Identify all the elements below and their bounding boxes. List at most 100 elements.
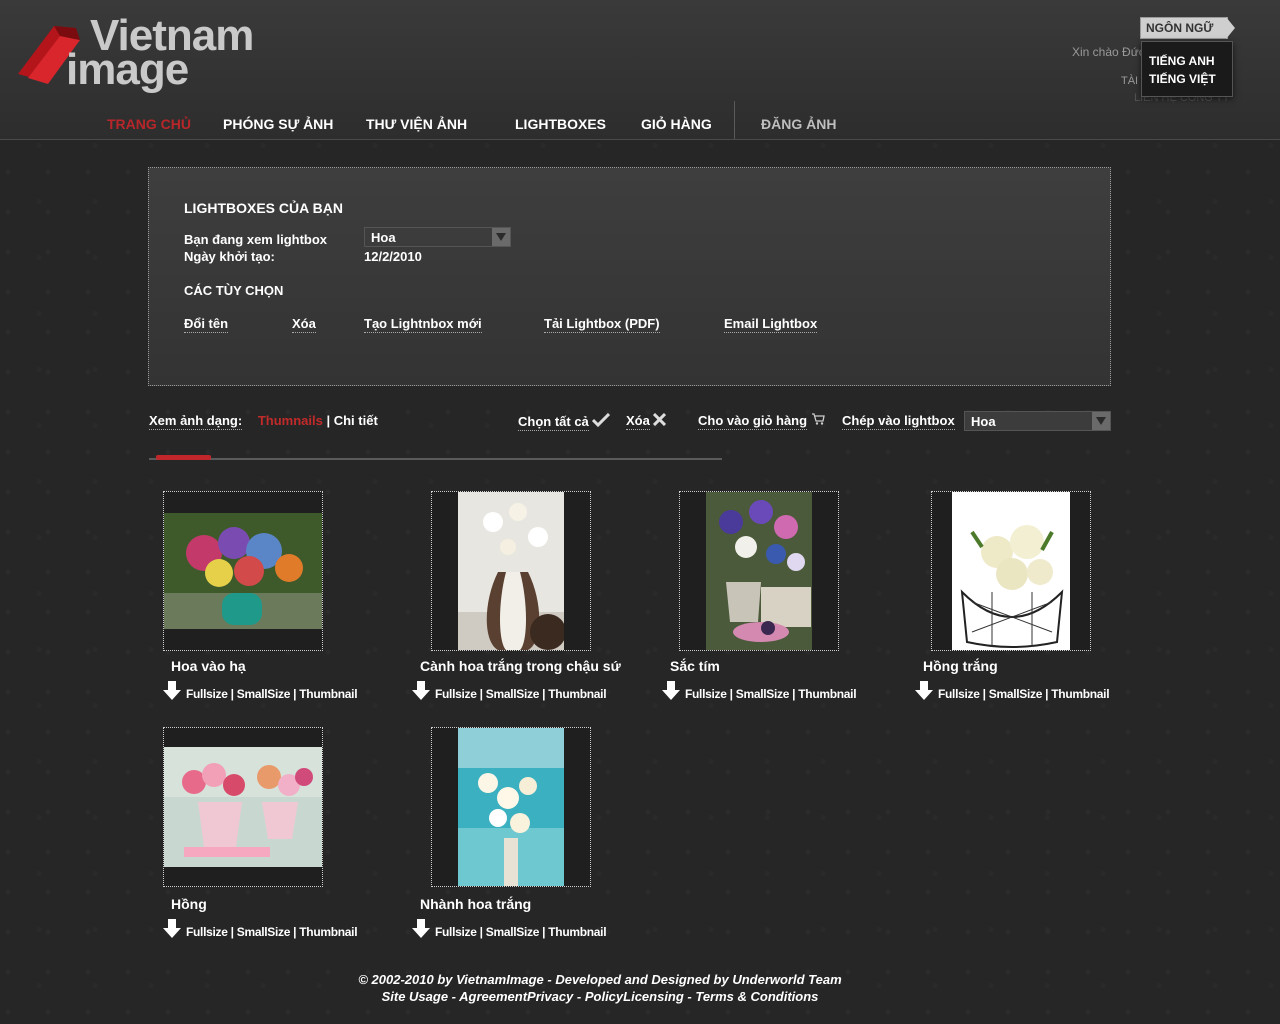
copy-to-lightbox-text[interactable]: Chép vào lightbox — [842, 413, 955, 430]
delete-selected-button[interactable]: Xóa — [626, 412, 667, 430]
thumbnail-link[interactable]: Thumbnail — [548, 925, 606, 939]
nav-item-photo-reports[interactable]: PHÓNG SỰ ẢNH — [223, 116, 333, 132]
nav-item-upload[interactable]: ĐĂNG ẢNH — [761, 116, 836, 132]
smallsize-link[interactable]: SmallSize — [486, 925, 540, 939]
view-mode-group: Xem ảnh dạng: Thumnails | Chi tiết — [149, 413, 378, 430]
link-separator: | — [230, 925, 234, 939]
lightbox-panel: LIGHTBOXES CỦA BẠN Bạn đang xem lightbox… — [148, 167, 1111, 386]
language-option-vietnamese[interactable]: TIẾNG VIỆT — [1149, 70, 1232, 88]
fullsize-link[interactable]: Fullsize — [186, 687, 228, 701]
viewing-label: Bạn đang xem lightbox — [184, 232, 328, 247]
target-lightbox-value: Hoa — [971, 414, 996, 429]
download-links: Fullsize | SmallSize | Thumbnail — [938, 687, 1110, 701]
language-button[interactable]: NGÔN NGỮ — [1140, 17, 1235, 39]
download-arrow-icon — [163, 919, 181, 938]
fullsize-link[interactable]: Fullsize — [685, 687, 727, 701]
link-separator: | — [293, 687, 297, 701]
account-link[interactable]: TÀI — [1121, 75, 1138, 87]
photo-title: Cành hoa trắng trong chậu sứ — [420, 658, 621, 674]
pink-roses-pots-image — [164, 747, 322, 867]
check-icon — [592, 412, 611, 428]
fullsize-link[interactable]: Fullsize — [435, 687, 477, 701]
thumbnail-link[interactable]: Thumbnail — [299, 687, 357, 701]
photo-title: Hoa vào hạ — [171, 658, 246, 674]
download-arrow-icon — [163, 681, 181, 700]
thumbnail-link[interactable]: Thumbnail — [1051, 687, 1109, 701]
email-lightbox-link[interactable]: Email Lightbox — [724, 316, 818, 333]
view-thumbnails-link[interactable]: Thumnails — [258, 413, 323, 428]
fullsize-link[interactable]: Fullsize — [435, 925, 477, 939]
white-flower-branch-image — [458, 728, 564, 886]
rename-link[interactable]: Đổi tên — [184, 316, 229, 333]
view-mode-label: Xem ảnh dạng: — [149, 413, 243, 430]
link-separator: | — [792, 687, 796, 701]
smallsize-link[interactable]: SmallSize — [736, 687, 790, 701]
download-arrow-icon — [915, 681, 933, 700]
header: Vietnam image Xin chào Đức TÀI LIÊN HỆ C… — [0, 0, 1280, 140]
delete-lightbox-link[interactable]: Xóa — [292, 316, 316, 333]
photo-thumbnail[interactable] — [431, 727, 591, 887]
white-flowers-vase-image — [458, 492, 564, 650]
link-separator: | — [982, 687, 986, 701]
lightbox-select[interactable]: Hoa — [364, 227, 511, 247]
photo-thumbnail[interactable] — [679, 491, 839, 651]
link-separator: | — [542, 925, 546, 939]
scroll-track[interactable] — [149, 458, 722, 460]
nav-divider — [734, 101, 735, 139]
nav-item-photo-library[interactable]: THƯ VIỆN ẢNH — [366, 116, 467, 132]
nav-item-cart[interactable]: GIỎ HÀNG — [641, 116, 712, 132]
copy-to-lightbox-label: Chép vào lightbox — [842, 413, 955, 430]
footer-copyright: © 2002-2010 by VietnamImage - Developed … — [358, 972, 842, 987]
chevron-right-icon — [1226, 17, 1235, 39]
welcome-text: Xin chào Đức — [1072, 45, 1145, 59]
target-lightbox-select[interactable]: Hoa — [964, 411, 1111, 431]
download-pdf-link[interactable]: Tải Lightbox (PDF) — [544, 316, 660, 333]
download-arrow-icon — [662, 681, 680, 700]
delete-selected-label: Xóa — [626, 413, 650, 430]
view-separator: | — [326, 413, 331, 428]
add-to-cart-button[interactable]: Cho vào giỏ hàng — [698, 413, 825, 430]
photo-title: Sắc tím — [670, 658, 720, 674]
download-arrow-icon — [412, 681, 430, 700]
fullsize-link[interactable]: Fullsize — [186, 925, 228, 939]
download-links: Fullsize | SmallSize | Thumbnail — [685, 687, 857, 701]
photo-thumbnail[interactable] — [163, 727, 323, 887]
created-value: 12/2/2010 — [364, 249, 422, 264]
link-separator: | — [230, 687, 234, 701]
photo-thumbnail[interactable] — [931, 491, 1091, 651]
thumbnail-link[interactable]: Thumbnail — [798, 687, 856, 701]
created-label: Ngày khởi tạo: — [184, 249, 275, 264]
smallsize-link[interactable]: SmallSize — [237, 925, 291, 939]
flower-bouquet-image — [164, 513, 322, 629]
nav-item-home[interactable]: TRANG CHỦ — [107, 116, 191, 132]
chevron-down-icon — [1092, 412, 1110, 430]
thumbnail-link[interactable]: Thumbnail — [299, 925, 357, 939]
smallsize-link[interactable]: SmallSize — [237, 687, 291, 701]
photo-thumbnail[interactable] — [431, 491, 591, 651]
link-separator: | — [293, 925, 297, 939]
photo-title: Hồng trắng — [923, 658, 998, 674]
white-roses-image — [952, 492, 1070, 650]
new-lightbox-link[interactable]: Tạo Lightnbox mới — [364, 316, 482, 333]
select-all-button[interactable]: Chọn tất cả — [518, 412, 611, 431]
photo-thumbnail[interactable] — [163, 491, 323, 651]
smallsize-link[interactable]: SmallSize — [486, 687, 540, 701]
photo-title: Nhành hoa trắng — [420, 896, 532, 912]
add-to-cart-label: Cho vào giỏ hàng — [698, 413, 808, 430]
download-links: Fullsize | SmallSize | Thumbnail — [435, 925, 607, 939]
link-separator: | — [479, 925, 483, 939]
link-separator: | — [1045, 687, 1049, 701]
link-separator: | — [479, 687, 483, 701]
footer-links[interactable]: Site Usage - AgreementPrivacy - PolicyLi… — [0, 989, 1200, 1004]
nav-item-lightboxes[interactable]: LIGHTBOXES — [515, 116, 606, 132]
view-detail-link[interactable]: Chi tiết — [334, 413, 378, 428]
smallsize-link[interactable]: SmallSize — [989, 687, 1043, 701]
language-option-english[interactable]: TIẾNG ANH — [1149, 52, 1232, 70]
scroll-thumb[interactable] — [156, 455, 211, 460]
logo[interactable]: Vietnam image — [14, 14, 254, 94]
thumbnail-link[interactable]: Thumbnail — [548, 687, 606, 701]
logo-text-image: image — [66, 45, 189, 94]
panel-title: LIGHTBOXES CỦA BẠN — [184, 200, 343, 216]
link-separator: | — [729, 687, 733, 701]
fullsize-link[interactable]: Fullsize — [938, 687, 980, 701]
